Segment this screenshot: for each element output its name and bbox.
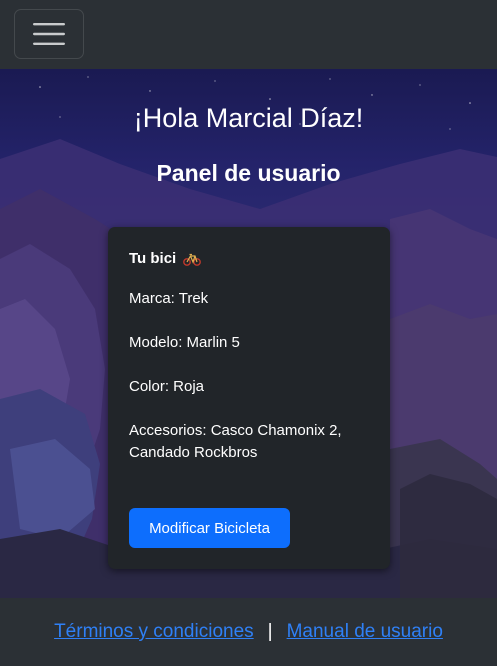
panel-title: Panel de usuario	[156, 160, 341, 186]
bike-brand: Marca: Trek	[129, 290, 209, 307]
terms-link[interactable]: Términos y condiciones	[54, 621, 254, 643]
card-title: Tu bici	[129, 250, 177, 267]
hamburger-menu-icon	[33, 23, 65, 45]
footer: Términos y condiciones | Manual de usuar…	[0, 598, 497, 666]
bike-model: Modelo: Marlin 5	[129, 334, 240, 351]
bicycle-icon	[183, 253, 202, 266]
top-navbar	[0, 0, 497, 69]
menu-toggle-button[interactable]	[14, 9, 84, 59]
bike-info-card: Tu bici Marca: Trek Modelo: Marlin 5 Col…	[108, 227, 390, 569]
footer-separator: |	[267, 621, 273, 642]
bike-accessories: Accesorios: Casco Chamonix 2, Candado Ro…	[129, 422, 342, 461]
modify-bike-button[interactable]: Modificar Bicicleta	[129, 508, 290, 548]
greeting-heading: ¡Hola Marcial Díaz!	[133, 103, 364, 133]
bike-color: Color: Roja	[129, 378, 205, 395]
user-manual-link[interactable]: Manual de usuario	[287, 621, 443, 643]
